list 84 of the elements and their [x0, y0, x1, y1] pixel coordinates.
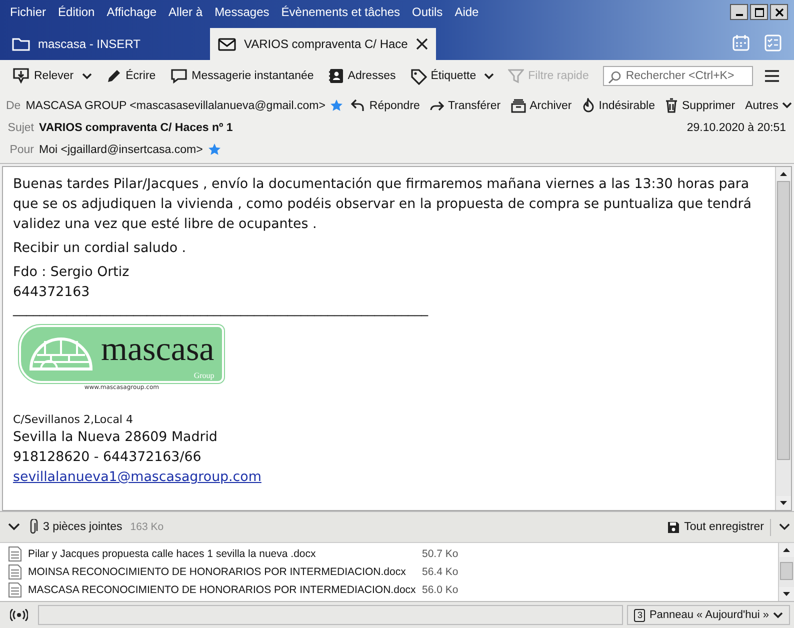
sender-address[interactable]: MASCASA GROUP <mascasasevillalanueva@gmail.com> [26, 100, 326, 112]
maximize-icon[interactable] [754, 8, 764, 16]
to-label: Pour [8, 144, 34, 156]
star-icon[interactable] [330, 99, 344, 112]
attachment-name[interactable]: MASCASA RECONOCIMIENTO DE HONORARIOS POR INTERMEDIACION.docx [28, 583, 416, 597]
envelope-icon [218, 38, 236, 50]
message-action-button[interactable]: Archiver [508, 96, 575, 115]
close-icon[interactable] [774, 8, 784, 16]
menu-item[interactable]: Édition [52, 5, 101, 19]
forward-arrow-icon[interactable] [430, 100, 444, 112]
folder-icon [12, 37, 30, 51]
toolbar-button[interactable]: Messagerie instantanée [164, 65, 320, 87]
menu-item[interactable]: Fichier [4, 5, 52, 19]
menu-icon[interactable] [764, 69, 780, 83]
wireless-signal-icon[interactable] [10, 609, 28, 621]
menu-item[interactable]: Évènements et tâches [275, 5, 406, 19]
recipient-address[interactable]: Moi <jgaillard@insertcasa.com> [39, 144, 203, 156]
message-paragraph: Recibir un cordial saludo . [13, 240, 188, 258]
tab[interactable]: VARIOS compraventa C/ Hace [210, 28, 436, 60]
document-icon [8, 546, 22, 562]
message-paragraph: Buenas tardes Pilar/Jacques , envío la documentación que firmaremos mañana viernes a las 13:30 horas para que se os adjudiquen la vivienda , como podéis observar en la propuesta de compra se puntualiza que tendrá validez una vez que esté libre de ocupantes . [13, 176, 752, 234]
message-date: 29.10.2020 à 20:51 [686, 122, 786, 134]
menu-item[interactable]: Affichage [100, 5, 163, 19]
trash-icon[interactable] [665, 98, 678, 113]
subject-text: VARIOS compraventa C/ Haces nº 1 [39, 122, 233, 134]
toolbar-button[interactable]: Adresses [322, 65, 402, 87]
scrollbar[interactable] [778, 543, 794, 601]
tag-icon[interactable] [410, 68, 427, 84]
document-icon [8, 564, 22, 580]
message-action-button[interactable]: Supprimer [662, 96, 738, 115]
address-line: 918128620 - 644372163/66 [13, 449, 202, 467]
calendar-icon[interactable] [732, 34, 750, 52]
caret-icon[interactable] [82, 72, 92, 80]
minimize-button[interactable] [730, 4, 748, 20]
message-action-button[interactable]: Répondre [348, 96, 423, 115]
toolbar-button[interactable]: Écrire [100, 65, 162, 87]
separator-line: ______________________________________________________________ [13, 303, 430, 317]
menu-item[interactable]: Messages [208, 5, 276, 19]
menu-item[interactable]: Aller à [162, 5, 209, 19]
attachment-size: 56.4 Ko [422, 565, 458, 579]
star-icon[interactable] [208, 143, 221, 156]
attachment-name[interactable]: MOINSA RECONOCIMIENTO DE HONORARIOS POR INTERMEDIACION.docx [28, 565, 416, 579]
tab[interactable]: mascasa - INSERT [4, 28, 210, 60]
document-icon [8, 582, 22, 598]
caret-icon[interactable] [484, 72, 494, 80]
attachment-name[interactable]: Pilar y Jacques propuesta calle haces 1 sevilla la nueva .docx [28, 547, 416, 561]
attachment-size: 56.0 Ko [422, 583, 458, 597]
signature-line: Fdo : Sergio Ortiz [13, 264, 130, 282]
toolbar-button[interactable]: Étiquette [404, 64, 500, 88]
today-pane-button[interactable]: 3 Panneau « Aujourd'hui » [627, 605, 790, 625]
scrollbar[interactable] [775, 167, 791, 510]
paperclip-icon [28, 519, 38, 535]
message-action-button[interactable]: Transférer [426, 96, 504, 115]
flame-icon[interactable] [582, 98, 595, 113]
save-all-button[interactable]: Tout enregistrer [661, 518, 771, 536]
archive-box-icon[interactable] [510, 98, 526, 112]
reply-arrow-icon[interactable] [351, 99, 366, 112]
signature-line: 644372163 [13, 284, 91, 302]
calendar-day-icon: 3 [634, 608, 646, 622]
address-book-icon[interactable] [328, 68, 344, 84]
from-label: De [6, 100, 21, 112]
close-button[interactable] [770, 4, 788, 20]
chevron-down-icon[interactable] [8, 523, 20, 531]
attachment-count: 3 pièces jointes [43, 521, 122, 533]
attachment-total-size: 163 Ko [130, 521, 164, 533]
caret-icon[interactable] [773, 612, 783, 618]
maximize-button[interactable] [750, 4, 768, 20]
subject-label: Sujet [6, 122, 34, 134]
email-link[interactable]: sevillalanueva1@mascasagroup.com [13, 470, 262, 485]
message-action-button[interactable]: Autres [742, 96, 794, 115]
close-tab-icon[interactable] [416, 38, 428, 50]
download-tray-icon[interactable] [12, 67, 30, 85]
attachment-size: 50.7 Ko [422, 547, 458, 561]
search-field[interactable]: Rechercher <Ctrl+K> [602, 66, 753, 86]
pencil-icon[interactable] [106, 68, 122, 84]
address-line: Sevilla la Nueva 28609 Madrid [13, 429, 218, 447]
menu-item[interactable]: Aide [448, 5, 485, 19]
message-action-button[interactable]: Indésirable [578, 96, 658, 115]
menu-item[interactable]: Outils [406, 5, 449, 19]
toolbar-button[interactable]: Relever [6, 64, 98, 88]
speech-bubble-icon[interactable] [170, 68, 188, 84]
address-line: C/Sevillanos 2,Local 4 [13, 412, 134, 428]
caret-icon[interactable] [782, 102, 792, 109]
chevron-down-icon[interactable] [779, 523, 790, 531]
